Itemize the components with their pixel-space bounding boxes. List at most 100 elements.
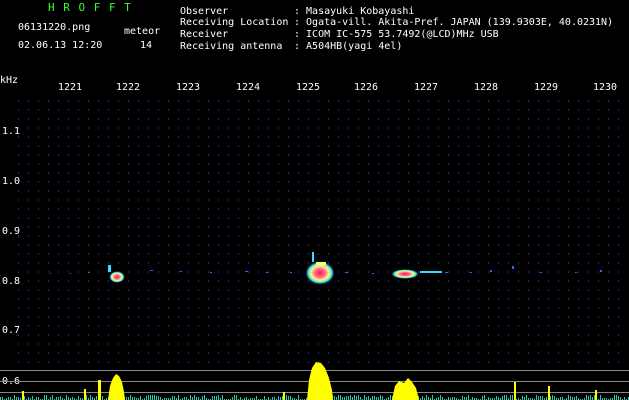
grid-dot	[288, 271, 289, 273]
grid-dot	[58, 307, 59, 309]
grid-dot	[238, 190, 239, 192]
grid-dot	[578, 271, 579, 273]
grid-dot	[568, 235, 569, 237]
grid-dot	[498, 244, 499, 246]
grid-dot	[18, 217, 19, 219]
grid-dot	[128, 118, 129, 120]
grid-dot	[558, 253, 559, 255]
grid-dot	[388, 127, 389, 129]
grid-dot	[88, 352, 89, 354]
grid-dot	[468, 154, 469, 156]
grid-dot	[548, 343, 549, 345]
grid-dot	[68, 163, 69, 165]
noise-bar	[174, 396, 175, 400]
grid-dot	[528, 343, 529, 345]
grid-dot	[358, 343, 359, 345]
grid-dot	[318, 334, 319, 336]
grid-dot	[128, 235, 129, 237]
grid-dot	[258, 289, 259, 291]
grid-dot	[618, 172, 619, 174]
grid-dot	[358, 289, 359, 291]
grid-dot	[218, 325, 219, 327]
grid-dot	[288, 352, 289, 354]
grid-dot	[498, 208, 499, 210]
grid-dot	[18, 208, 19, 210]
grid-dot	[228, 343, 229, 345]
grid-dot	[338, 325, 339, 327]
grid-dot	[448, 217, 449, 219]
noise-bar	[588, 396, 589, 400]
grid-dot	[348, 100, 349, 102]
grid-dot	[578, 181, 579, 183]
grid-dot	[148, 145, 149, 147]
grid-dot	[388, 190, 389, 192]
grid-dot	[258, 280, 259, 282]
grid-dot	[458, 136, 459, 138]
grid-dot	[148, 109, 149, 111]
grid-dot	[398, 145, 399, 147]
grid-dot	[138, 334, 139, 336]
grid-dot	[568, 307, 569, 309]
grid-dot	[88, 316, 89, 318]
grid-dot	[468, 361, 469, 363]
grid-dot	[458, 325, 459, 327]
grid-dot	[448, 253, 449, 255]
grid-dot	[88, 181, 89, 183]
grid-dot	[158, 262, 159, 264]
grid-dot	[218, 145, 219, 147]
grid-dot	[328, 361, 329, 363]
grid-dot	[128, 109, 129, 111]
grid-dot	[248, 343, 249, 345]
grid-dot	[518, 316, 519, 318]
noise-bar	[236, 395, 237, 400]
grid-dot	[168, 244, 169, 246]
grid-dot	[58, 109, 59, 111]
grid-dot	[328, 127, 329, 129]
noise-bar	[66, 395, 67, 400]
grid-dot	[268, 172, 269, 174]
grid-dot	[228, 361, 229, 363]
grid-dot	[338, 127, 339, 129]
grid-dot	[388, 244, 389, 246]
grid-dot	[588, 253, 589, 255]
grid-dot	[598, 343, 599, 345]
grid-dot	[358, 226, 359, 228]
grid-dot	[418, 136, 419, 138]
grid-dot	[588, 109, 589, 111]
grid-dot	[268, 262, 269, 264]
grid-dot	[118, 145, 119, 147]
grid-dot	[218, 298, 219, 300]
grid-dot	[58, 298, 59, 300]
grid-dot	[538, 271, 539, 273]
grid-dot	[58, 280, 59, 282]
grid-dot	[268, 154, 269, 156]
grid-dot	[528, 244, 529, 246]
grid-dot	[378, 163, 379, 165]
grid-dot	[258, 262, 259, 264]
grid-dot	[158, 253, 159, 255]
grid-dot	[378, 244, 379, 246]
grid-dot	[108, 289, 109, 291]
grid-dot	[98, 343, 99, 345]
grid-dot	[408, 298, 409, 300]
grid-dot	[568, 145, 569, 147]
grid-dot	[418, 226, 419, 228]
grid-dot	[238, 100, 239, 102]
grid-dot	[18, 109, 19, 111]
noise-bar	[540, 396, 541, 400]
grid-dot	[228, 352, 229, 354]
grid-dot	[88, 325, 89, 327]
grid-dot	[418, 325, 419, 327]
grid-dot	[388, 100, 389, 102]
grid-dot	[478, 289, 479, 291]
grid-dot	[88, 163, 89, 165]
grid-dot	[208, 343, 209, 345]
grid-dot	[108, 343, 109, 345]
grid-dot	[48, 181, 49, 183]
grid-dot	[548, 253, 549, 255]
grid-dot	[258, 154, 259, 156]
grid-dot	[278, 262, 279, 264]
grid-dot	[368, 109, 369, 111]
grid-dot	[218, 190, 219, 192]
grid-dot	[558, 271, 559, 273]
